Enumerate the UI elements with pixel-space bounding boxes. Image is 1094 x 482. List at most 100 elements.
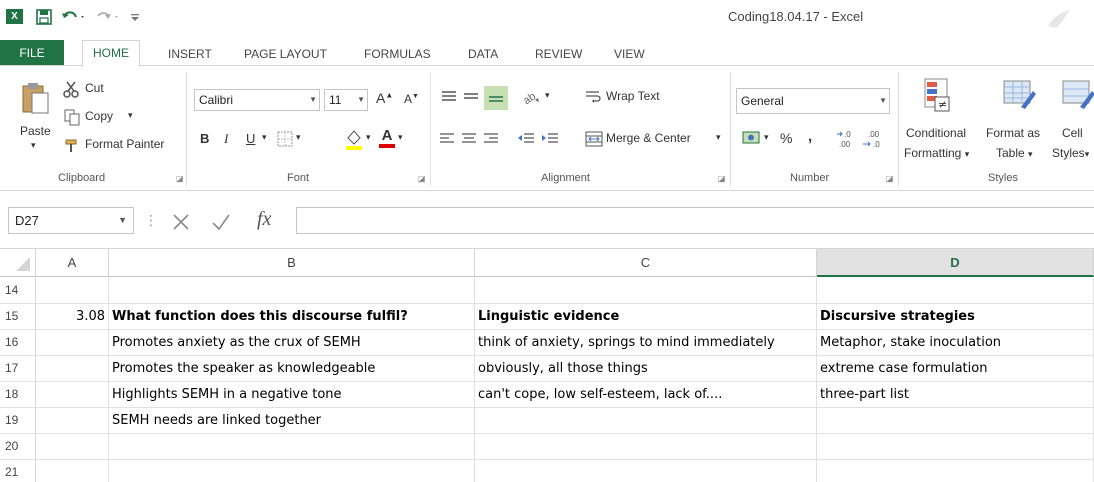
cell-b19[interactable]: SEMH needs are linked together <box>109 408 475 434</box>
row-header[interactable]: 15 <box>0 304 36 330</box>
paste-button[interactable]: Paste <box>20 124 51 138</box>
increase-decimal-icon[interactable]: .0.00 <box>836 128 858 150</box>
cell-d16[interactable]: Metaphor, stake inoculation <box>817 330 1094 356</box>
conditional-formatting-icon[interactable]: ≠ <box>920 76 956 116</box>
cell-a14[interactable] <box>36 278 109 304</box>
tab-home[interactable]: HOME <box>82 40 140 67</box>
save-icon[interactable] <box>34 7 54 27</box>
decrease-decimal-icon[interactable]: .00.0 <box>862 128 884 150</box>
cell-d19[interactable] <box>817 408 1094 434</box>
increase-indent-icon[interactable] <box>540 130 560 148</box>
accounting-format-icon[interactable] <box>740 128 762 148</box>
cell-a16[interactable] <box>36 330 109 356</box>
confirm-entry-icon[interactable] <box>210 211 232 233</box>
cell-c21[interactable] <box>475 460 817 482</box>
accounting-dropdown-icon[interactable]: ▾ <box>764 132 769 143</box>
wrap-text-icon[interactable] <box>584 88 604 106</box>
underline-dropdown-icon[interactable]: ▾ <box>262 132 267 143</box>
cell-a21[interactable] <box>36 460 109 482</box>
cell-b15[interactable]: What function does this discourse fulfil… <box>109 304 475 330</box>
orientation-dropdown-icon[interactable]: ▾ <box>545 90 550 101</box>
row-header[interactable]: 18 <box>0 382 36 408</box>
row-header[interactable]: 21 <box>0 460 36 482</box>
align-left-icon[interactable] <box>438 130 456 148</box>
number-launcher-icon[interactable]: ◪ <box>886 174 894 183</box>
paste-dropdown-icon[interactable]: ▾ <box>31 140 36 151</box>
format-painter-button[interactable]: Format Painter <box>85 137 164 151</box>
format-painter-icon[interactable] <box>62 136 82 154</box>
tab-view[interactable]: VIEW <box>614 44 645 66</box>
cell-d14[interactable] <box>817 278 1094 304</box>
cell-a20[interactable] <box>36 434 109 460</box>
name-box[interactable]: D27 ▼ <box>8 207 134 234</box>
clipboard-launcher-icon[interactable]: ◪ <box>176 174 184 183</box>
orientation-icon[interactable]: ab <box>520 86 542 108</box>
italic-button[interactable]: I <box>224 131 228 147</box>
merge-center-icon[interactable] <box>584 130 604 148</box>
column-header-a[interactable]: A <box>36 249 109 277</box>
tab-file[interactable]: FILE <box>0 40 64 66</box>
font-color-icon[interactable]: A <box>378 126 396 150</box>
row-header[interactable]: 14 <box>0 278 36 304</box>
row-header[interactable]: 19 <box>0 408 36 434</box>
align-top-icon[interactable] <box>440 88 458 106</box>
cell-a19[interactable] <box>36 408 109 434</box>
number-format-select[interactable]: General ▼ <box>736 88 890 114</box>
cell-b20[interactable] <box>109 434 475 460</box>
font-size-select[interactable]: 11 ▼ <box>324 89 368 111</box>
format-as-table-icon[interactable] <box>1000 76 1038 116</box>
cut-icon[interactable] <box>62 80 82 98</box>
cell-c18[interactable]: can't cope, low self-esteem, lack of.... <box>475 382 817 408</box>
row-header[interactable]: 20 <box>0 434 36 460</box>
cell-styles-icon[interactable] <box>1060 76 1094 116</box>
bold-button[interactable]: B <box>200 131 209 146</box>
row-header[interactable]: 16 <box>0 330 36 356</box>
cell-styles-label[interactable]: Cell <box>1062 126 1083 140</box>
merge-center-button[interactable]: Merge & Center <box>606 131 691 145</box>
cell-b16[interactable]: Promotes anxiety as the crux of SEMH <box>109 330 475 356</box>
conditional-formatting-label-2[interactable]: Formatting ▾ <box>904 146 969 160</box>
merge-dropdown-icon[interactable]: ▾ <box>716 132 721 143</box>
align-middle-icon[interactable] <box>462 88 480 106</box>
font-color-dropdown-icon[interactable]: ▾ <box>398 132 403 143</box>
tab-page-layout[interactable]: PAGE LAYOUT <box>244 44 327 66</box>
formula-input[interactable] <box>296 207 1094 234</box>
paste-icon[interactable] <box>18 80 52 116</box>
align-bottom-icon[interactable] <box>484 86 508 110</box>
cell-d21[interactable] <box>817 460 1094 482</box>
insert-function-button[interactable]: fx <box>257 208 271 231</box>
borders-dropdown-icon[interactable]: ▾ <box>296 132 301 143</box>
comma-style-button[interactable]: , <box>808 128 812 145</box>
cancel-entry-icon[interactable] <box>170 211 192 233</box>
cell-c16[interactable]: think of anxiety, springs to mind immedi… <box>475 330 817 356</box>
cell-styles-label-2[interactable]: Styles▾ <box>1052 146 1089 160</box>
cell-d20[interactable] <box>817 434 1094 460</box>
cell-d17[interactable]: extreme case formulation <box>817 356 1094 382</box>
column-header-c[interactable]: C <box>475 249 817 277</box>
cell-d15[interactable]: Discursive strategies <box>817 304 1094 330</box>
undo-icon[interactable] <box>60 7 88 27</box>
cell-c20[interactable] <box>475 434 817 460</box>
copy-icon[interactable] <box>62 108 82 126</box>
tab-formulas[interactable]: FORMULAS <box>364 44 431 66</box>
cell-d18[interactable]: three-part list <box>817 382 1094 408</box>
copy-dropdown-icon[interactable]: ▾ <box>128 110 133 121</box>
column-header-b[interactable]: B <box>109 249 475 277</box>
grow-font-button[interactable]: A▲ <box>376 90 393 106</box>
cell-b18[interactable]: Highlights SEMH in a negative tone <box>109 382 475 408</box>
cut-button[interactable]: Cut <box>85 81 104 95</box>
percent-style-button[interactable]: % <box>780 130 792 146</box>
shrink-font-button[interactable]: A▼ <box>404 92 419 106</box>
conditional-formatting-label[interactable]: Conditional <box>906 126 966 140</box>
cell-a15[interactable]: 3.08 <box>36 304 109 330</box>
cell-c15[interactable]: Linguistic evidence <box>475 304 817 330</box>
redo-icon[interactable] <box>94 7 122 27</box>
cell-c14[interactable] <box>475 278 817 304</box>
fill-color-icon[interactable] <box>344 128 364 150</box>
align-center-icon[interactable] <box>460 130 478 148</box>
column-header-d[interactable]: D <box>817 249 1094 277</box>
cell-b14[interactable] <box>109 278 475 304</box>
align-right-icon[interactable] <box>482 130 500 148</box>
font-name-select[interactable]: Calibri ▼ <box>194 89 320 111</box>
cell-b17[interactable]: Promotes the speaker as knowledgeable <box>109 356 475 382</box>
